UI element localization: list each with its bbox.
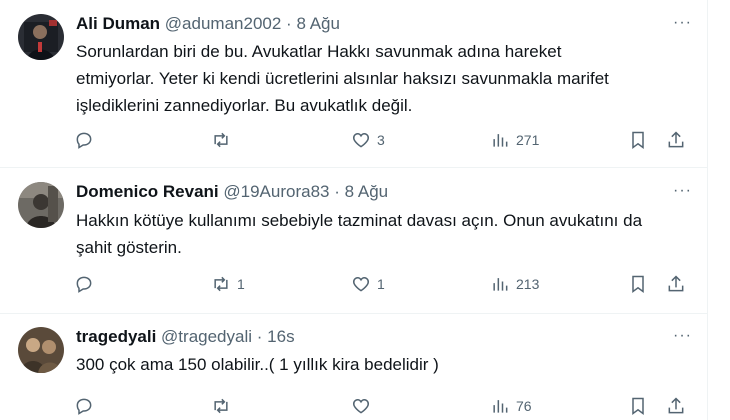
timestamp[interactable]: 8 Ağu xyxy=(296,14,340,33)
tweet-text-line: işlediklerini zannediyorlar. Bu avukatlı… xyxy=(76,96,413,115)
bookmark-icon xyxy=(632,131,644,149)
tweet-text: Hakkın kötüye kullanımı sebebiyle tazmin… xyxy=(76,207,686,261)
like-button[interactable]: 3 xyxy=(351,123,385,157)
timestamp[interactable]: 8 Ağu xyxy=(345,182,389,201)
timestamp[interactable]: 16s xyxy=(267,327,294,346)
author-handle[interactable]: @aduman2002 xyxy=(165,14,282,33)
retweet-button[interactable] xyxy=(211,389,237,420)
retweet-icon xyxy=(214,276,228,292)
reply-button[interactable] xyxy=(74,267,100,301)
more-dots-icon[interactable]: ··· xyxy=(673,14,692,32)
views-button[interactable]: 271 xyxy=(490,123,539,157)
retweet-count: 1 xyxy=(237,276,245,292)
share-button[interactable] xyxy=(666,267,686,301)
bookmark-icon xyxy=(632,397,644,415)
timeline-right-border xyxy=(707,0,708,420)
views-button[interactable]: 76 xyxy=(490,389,532,420)
reply-icon xyxy=(76,398,92,415)
like-count: 3 xyxy=(377,132,385,148)
views-button[interactable]: 213 xyxy=(490,267,539,301)
separator-dot: · xyxy=(334,182,340,201)
views-count: 76 xyxy=(516,398,532,414)
share-icon xyxy=(668,397,684,414)
more-dots-icon[interactable]: ··· xyxy=(673,327,692,345)
like-button[interactable]: 1 xyxy=(351,267,385,301)
reply-button[interactable] xyxy=(74,389,100,420)
author-handle[interactable]: @tragedyali xyxy=(161,327,252,346)
views-count: 213 xyxy=(516,276,540,292)
views-chart-icon xyxy=(493,278,508,291)
share-icon xyxy=(668,131,684,148)
share-icon xyxy=(668,275,684,292)
bookmark-button[interactable] xyxy=(628,267,648,301)
heart-icon xyxy=(352,132,370,148)
tweet-actions: 3 271 xyxy=(66,123,698,157)
tweet-header: tragedyali @tragedyali · 16s xyxy=(76,327,295,347)
retweet-button[interactable] xyxy=(211,123,237,157)
retweet-icon xyxy=(214,132,228,148)
views-chart-icon xyxy=(493,134,508,147)
like-count: 1 xyxy=(377,276,385,292)
tweet-text-line: Hakkın kötüye kullanımı sebebiyle tazmin… xyxy=(76,211,643,230)
tweet-text-line: şahit gösterin. xyxy=(76,238,182,257)
author-handle[interactable]: @19Aurora83 xyxy=(223,182,329,201)
heart-icon xyxy=(352,276,370,292)
tweet-text-line: 300 çok ama 150 olabilir..( 1 yıllık kir… xyxy=(76,355,439,374)
tweet-text: Sorunlardan biri de bu. Avukatlar Hakkı … xyxy=(76,38,686,119)
views-count: 271 xyxy=(516,132,540,148)
avatar-domenico-revani[interactable] xyxy=(18,182,64,228)
bookmark-icon xyxy=(632,275,644,293)
bookmark-button[interactable] xyxy=(628,123,648,157)
views-chart-icon xyxy=(493,400,508,413)
avatar-tragedyali[interactable] xyxy=(18,327,64,373)
tweet-actions: 76 xyxy=(66,389,698,420)
more-dots-icon[interactable]: ··· xyxy=(673,182,692,200)
tweet-text: 300 çok ama 150 olabilir..( 1 yıllık kir… xyxy=(76,351,686,378)
separator-dot: · xyxy=(256,327,263,346)
tweet-header: Ali Duman @aduman2002 · 8 Ağu xyxy=(76,14,340,34)
tweet-header: Domenico Revani @19Aurora83 · 8 Ağu xyxy=(76,182,388,202)
separator-dot: · xyxy=(286,14,292,33)
reply-icon xyxy=(76,276,92,293)
tweet-text-line: Sorunlardan biri de bu. Avukatlar Hakkı … xyxy=(76,42,562,61)
share-button[interactable] xyxy=(666,123,686,157)
author-name[interactable]: Domenico Revani xyxy=(76,182,219,201)
retweet-button[interactable]: 1 xyxy=(211,267,245,301)
retweet-icon xyxy=(214,398,228,414)
share-button[interactable] xyxy=(666,389,686,420)
author-name[interactable]: Ali Duman xyxy=(76,14,160,33)
author-name[interactable]: tragedyali xyxy=(76,327,156,346)
bookmark-button[interactable] xyxy=(628,389,648,420)
tweet-actions: 1 1 213 xyxy=(66,267,698,301)
reply-button[interactable] xyxy=(74,123,100,157)
reply-icon xyxy=(76,132,92,149)
like-button[interactable] xyxy=(351,389,377,420)
tweet-text-line: etmiyorlar. Yeter ki kendi ücretlerini a… xyxy=(76,69,609,88)
avatar-ali-duman[interactable] xyxy=(18,14,64,60)
heart-icon xyxy=(352,398,370,414)
